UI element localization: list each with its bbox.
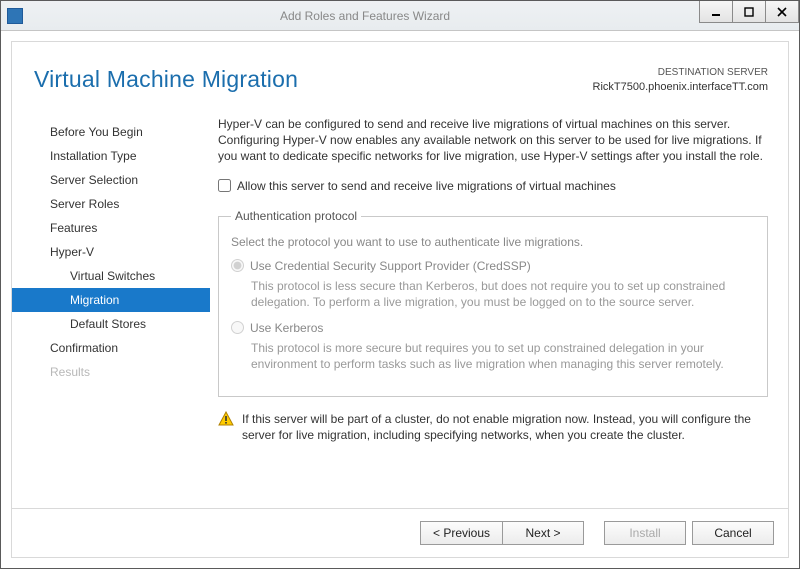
install-button: Install	[604, 521, 686, 545]
nav-before-you-begin[interactable]: Before You Begin	[12, 120, 210, 144]
nav-server-selection[interactable]: Server Selection	[12, 168, 210, 192]
credssp-row: Use Credential Security Support Provider…	[231, 258, 755, 274]
nav-confirmation[interactable]: Confirmation	[12, 336, 210, 360]
warning-icon	[218, 411, 234, 427]
maximize-icon	[744, 7, 754, 17]
window-controls	[699, 1, 799, 30]
previous-button[interactable]: < Previous	[420, 521, 502, 545]
intro-text: Hyper-V can be configured to send and re…	[218, 116, 768, 164]
credssp-desc: This protocol is less secure than Kerber…	[251, 278, 755, 310]
wizard-nav: Before You Begin Installation Type Serve…	[12, 112, 210, 508]
nav-migration[interactable]: Migration	[12, 288, 210, 312]
allow-migration-checkbox[interactable]	[218, 179, 231, 192]
nav-features[interactable]: Features	[12, 216, 210, 240]
cancel-button[interactable]: Cancel	[692, 521, 774, 545]
minimize-icon	[711, 7, 721, 17]
kerberos-desc: This protocol is more secure but require…	[251, 340, 755, 372]
credssp-label: Use Credential Security Support Provider…	[250, 258, 531, 274]
nav-installation-type[interactable]: Installation Type	[12, 144, 210, 168]
wizard-footer: < Previous Next > Install Cancel	[12, 508, 788, 557]
cluster-warning: If this server will be part of a cluster…	[218, 411, 768, 443]
nav-results: Results	[12, 360, 210, 384]
wizard-window: Add Roles and Features Wizard Virtual Ma…	[0, 0, 800, 569]
close-button[interactable]	[765, 1, 799, 23]
minimize-button[interactable]	[699, 1, 733, 23]
auth-select-text: Select the protocol you want to use to a…	[231, 234, 755, 250]
page-header: Virtual Machine Migration DESTINATION SE…	[12, 42, 788, 104]
destination-server-box: DESTINATION SERVER RickT7500.phoenix.int…	[593, 66, 768, 94]
cluster-warning-text: If this server will be part of a cluster…	[242, 411, 768, 443]
kerberos-radio	[231, 321, 244, 334]
nav-virtual-switches[interactable]: Virtual Switches	[12, 264, 210, 288]
title-bar: Add Roles and Features Wizard	[1, 1, 799, 31]
window-title: Add Roles and Features Wizard	[31, 9, 699, 23]
credssp-radio	[231, 259, 244, 272]
nav-server-roles[interactable]: Server Roles	[12, 192, 210, 216]
auth-protocol-legend: Authentication protocol	[231, 208, 361, 224]
maximize-button[interactable]	[732, 1, 766, 23]
destination-server-label: DESTINATION SERVER	[593, 66, 768, 80]
close-icon	[777, 7, 787, 17]
nav-default-stores[interactable]: Default Stores	[12, 312, 210, 336]
page-title: Virtual Machine Migration	[34, 66, 298, 94]
auth-protocol-group: Authentication protocol Select the proto…	[218, 208, 768, 397]
kerberos-row: Use Kerberos	[231, 320, 755, 336]
allow-migration-label: Allow this server to send and receive li…	[237, 178, 616, 194]
nav-hyper-v[interactable]: Hyper-V	[12, 240, 210, 264]
allow-migration-row[interactable]: Allow this server to send and receive li…	[218, 178, 768, 194]
destination-server-value: RickT7500.phoenix.interfaceTT.com	[593, 80, 768, 94]
page-content: Hyper-V can be configured to send and re…	[210, 112, 788, 508]
app-icon	[7, 8, 23, 24]
next-button[interactable]: Next >	[502, 521, 584, 545]
kerberos-label: Use Kerberos	[250, 320, 323, 336]
